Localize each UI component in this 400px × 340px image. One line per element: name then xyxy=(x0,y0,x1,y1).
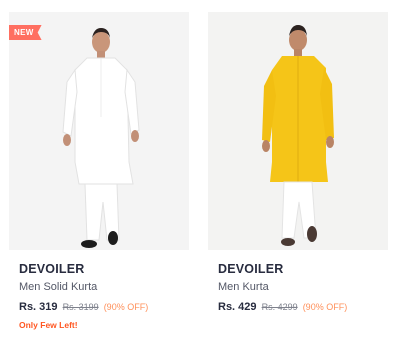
stock-note: Only Few Left! xyxy=(19,320,78,330)
product-image[interactable] xyxy=(208,12,388,250)
product-grid: NEW DEVOILER Men Solid Kurta Rs. 319 Rs.… xyxy=(0,0,400,340)
original-price: Rs. 3199 xyxy=(62,302,99,312)
selling-price: Rs. 319 xyxy=(19,301,58,313)
model-photo-yellow-kurta xyxy=(262,25,334,246)
brand-name: DEVOILER xyxy=(19,262,85,276)
discount-label: (90% OFF) xyxy=(302,302,348,312)
price-row: Rs. 429 Rs. 4299 (90% OFF) xyxy=(218,301,347,313)
product-name: Men Kurta xyxy=(218,281,269,293)
product-image[interactable]: NEW xyxy=(9,12,189,250)
brand-name: DEVOILER xyxy=(218,262,284,276)
new-badge: NEW xyxy=(9,25,42,40)
discount-label: (90% OFF) xyxy=(103,302,149,312)
price-row: Rs. 319 Rs. 3199 (90% OFF) xyxy=(19,301,148,313)
product-name: Men Solid Kurta xyxy=(19,281,98,293)
product-card[interactable]: DEVOILER Men Kurta Rs. 429 Rs. 4299 (90%… xyxy=(208,12,388,330)
selling-price: Rs. 429 xyxy=(218,301,257,313)
model-photo-white-kurta xyxy=(62,28,140,248)
product-card[interactable]: NEW DEVOILER Men Solid Kurta Rs. 319 Rs.… xyxy=(9,12,189,330)
original-price: Rs. 4299 xyxy=(261,302,298,312)
